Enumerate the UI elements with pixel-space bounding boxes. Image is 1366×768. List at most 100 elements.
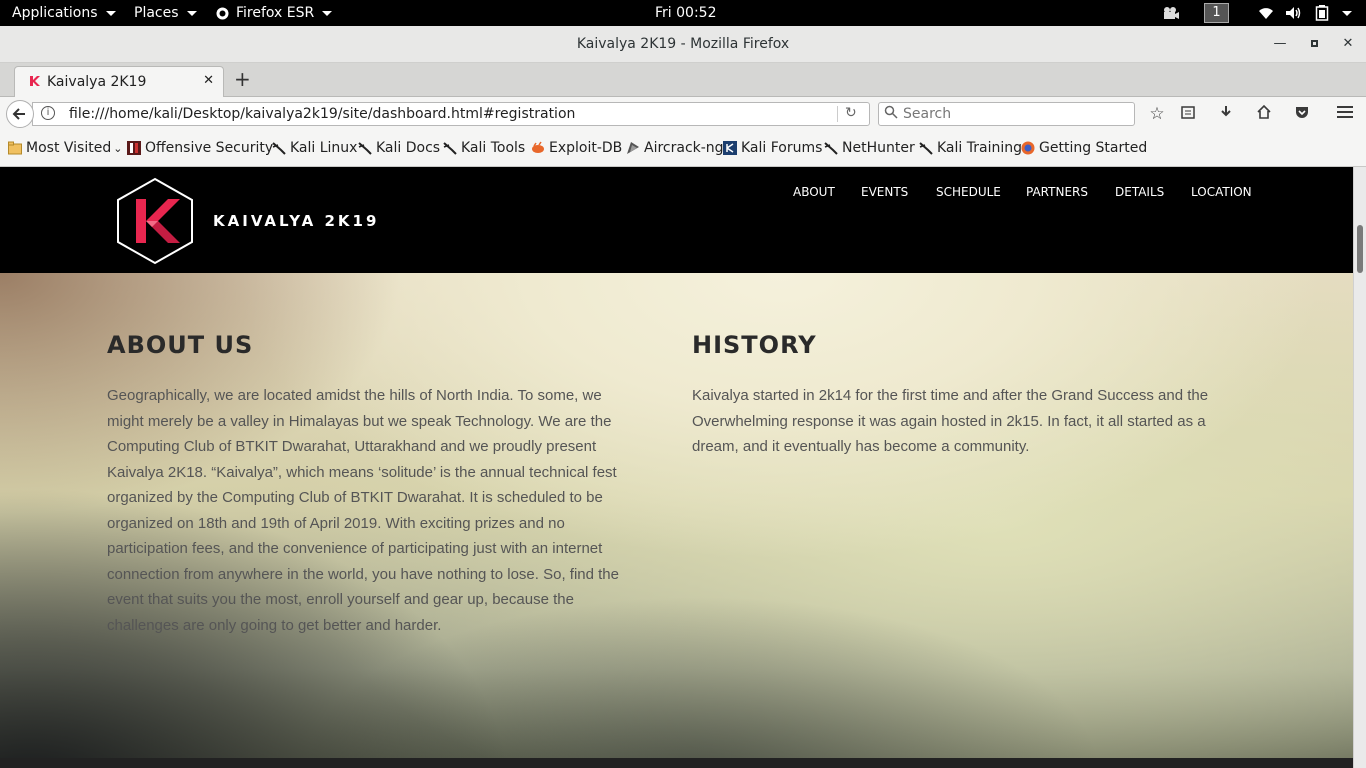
history-paragraph: Kaivalya started in 2k14 for the first t… bbox=[692, 383, 1252, 460]
search-input[interactable]: Search bbox=[878, 102, 1135, 126]
firefox-app-menu[interactable]: Firefox ESR bbox=[216, 0, 333, 26]
battery-icon[interactable] bbox=[1315, 0, 1329, 26]
bookmark-label: Kali Forums bbox=[741, 140, 823, 156]
workspace-indicator[interactable]: 1 bbox=[1204, 0, 1229, 26]
about-line: connection from anywhere in the world, y… bbox=[107, 565, 619, 583]
gnome-top-bar: Applications Places Firefox ESR Fri 00:5… bbox=[0, 0, 1366, 26]
chevron-down-icon bbox=[322, 10, 333, 16]
kali-dragon-icon bbox=[443, 142, 457, 155]
about-line: participation fees, and the convenience … bbox=[107, 540, 603, 557]
bookmark-exploit-db[interactable]: Exploit-DB bbox=[531, 140, 622, 156]
nav-schedule[interactable]: SCHEDULE bbox=[936, 185, 1001, 199]
firefox-app-label: Firefox ESR bbox=[236, 5, 315, 21]
bookmark-aircrack-ng[interactable]: Aircrack-ng bbox=[626, 140, 724, 156]
search-icon bbox=[884, 105, 898, 123]
tab-strip: Kaivalya 2K19 ✕ + bbox=[0, 63, 1366, 97]
about-line: organized by the Computing Club of BTKIT… bbox=[107, 489, 603, 506]
nav-partners[interactable]: PARTNERS bbox=[1026, 185, 1088, 199]
history-heading: HISTORY bbox=[692, 331, 817, 359]
hamburger-menu-icon[interactable] bbox=[1335, 104, 1355, 124]
navigation-toolbar: i file:///home/kali/Desktop/kaivalya2k19… bbox=[0, 97, 1366, 131]
volume-icon[interactable] bbox=[1285, 0, 1303, 26]
firefox-icon bbox=[1021, 141, 1035, 155]
about-heading: ABOUT US bbox=[107, 331, 254, 359]
next-section-edge bbox=[0, 758, 1353, 768]
bookmark-kali-docs[interactable]: Kali Docs bbox=[358, 140, 440, 156]
chevron-down-icon bbox=[1342, 10, 1352, 16]
chevron-down-icon bbox=[105, 10, 116, 16]
video-camera-icon[interactable] bbox=[1162, 0, 1180, 26]
nav-details[interactable]: DETAILS bbox=[1115, 185, 1164, 199]
tab-kaivalya[interactable]: Kaivalya 2K19 ✕ bbox=[14, 66, 224, 97]
reload-icon[interactable]: ↻ bbox=[845, 105, 857, 121]
history-line: dream, and it eventually has become a co… bbox=[692, 438, 1030, 455]
tab-label: Kaivalya 2K19 bbox=[47, 74, 147, 90]
about-line: organized on 18th and 19th of April 2019… bbox=[107, 514, 565, 532]
places-menu[interactable]: Places bbox=[134, 0, 197, 26]
bookmark-label: Getting Started bbox=[1039, 140, 1148, 156]
kaivalya-logo[interactable] bbox=[116, 177, 194, 265]
bookmarks-toolbar: Most Visited ⌄ Offensive Security Kali Li… bbox=[0, 131, 1366, 167]
kali-dragon-icon bbox=[358, 142, 372, 155]
bookmark-most-visited[interactable]: Most Visited ⌄ bbox=[8, 140, 122, 156]
system-menu-chevron[interactable] bbox=[1334, 0, 1352, 26]
chevron-down-icon bbox=[186, 10, 197, 16]
new-tab-icon[interactable]: + bbox=[234, 69, 251, 89]
about-line: might merely be a valley in Himalayas bu… bbox=[107, 412, 612, 430]
bookmark-label: Kali Docs bbox=[376, 140, 441, 156]
page-viewport: KAIVALYA 2K19 ABOUT EVENTS SCHEDULE PART… bbox=[0, 167, 1353, 768]
kali-dragon-icon bbox=[272, 142, 286, 155]
info-icon[interactable]: i bbox=[41, 106, 55, 120]
nav-about[interactable]: ABOUT bbox=[793, 185, 835, 199]
page-scrollbar[interactable] bbox=[1353, 167, 1366, 768]
url-bar[interactable]: i file:///home/kali/Desktop/kaivalya2k19… bbox=[32, 102, 870, 126]
history-line: Kaivalya started in 2k14 for the first t… bbox=[692, 387, 1209, 404]
bookmark-label: Most Visited bbox=[26, 140, 112, 156]
window-title-bar: Kaivalya 2K19 - Mozilla Firefox — ✕ bbox=[0, 26, 1366, 63]
bookmark-nethunter[interactable]: NetHunter bbox=[824, 140, 915, 156]
bookmark-label: Aircrack-ng bbox=[644, 140, 724, 156]
bookmark-kali-linux[interactable]: Kali Linux bbox=[272, 140, 357, 156]
places-label: Places bbox=[134, 5, 179, 21]
url-separator bbox=[837, 106, 838, 122]
applications-menu[interactable]: Applications bbox=[12, 0, 116, 26]
bookmark-kali-forums[interactable]: Kali Forums bbox=[723, 140, 822, 156]
about-section: ABOUT US Geographically, we are located … bbox=[0, 273, 1353, 768]
clock-label: Fri 00:52 bbox=[655, 5, 717, 21]
close-icon[interactable]: ✕ bbox=[1339, 35, 1357, 53]
about-line: Geographically, we are located amidst th… bbox=[107, 387, 602, 404]
kali-dragon-icon bbox=[919, 142, 933, 155]
about-line: challenges are only going to get better … bbox=[107, 616, 442, 634]
site-brand[interactable]: KAIVALYA 2K19 bbox=[213, 212, 379, 230]
history-line: Overwhelming response it was again hoste… bbox=[692, 412, 1206, 430]
wifi-icon[interactable] bbox=[1258, 0, 1274, 26]
offsec-icon bbox=[127, 141, 141, 155]
aircrack-icon bbox=[627, 142, 639, 154]
search-placeholder: Search bbox=[903, 106, 952, 122]
minimize-icon[interactable]: — bbox=[1271, 35, 1289, 53]
bookmark-star-icon[interactable]: ☆ bbox=[1147, 104, 1167, 124]
bookmark-kali-tools[interactable]: Kali Tools bbox=[443, 140, 525, 156]
window-title: Kaivalya 2K19 - Mozilla Firefox bbox=[576, 36, 790, 52]
url-text: file:///home/kali/Desktop/kaivalya2k19/s… bbox=[69, 106, 576, 122]
scrollbar-thumb[interactable] bbox=[1357, 225, 1363, 273]
back-button[interactable] bbox=[6, 100, 34, 128]
maximize-icon[interactable] bbox=[1305, 35, 1323, 53]
download-icon[interactable] bbox=[1216, 104, 1236, 124]
applications-label: Applications bbox=[12, 5, 98, 21]
clock[interactable]: Fri 00:52 bbox=[655, 0, 716, 26]
bookmark-getting-started[interactable]: Getting Started bbox=[1021, 140, 1147, 156]
nav-events[interactable]: EVENTS bbox=[861, 185, 908, 199]
kaivalya-favicon-icon bbox=[30, 76, 40, 86]
close-tab-icon[interactable]: ✕ bbox=[203, 73, 214, 88]
about-line: Computing Club of BTKIT Dwarahat, Uttara… bbox=[107, 438, 597, 455]
home-icon[interactable] bbox=[1254, 104, 1274, 124]
bookmark-kali-training[interactable]: Kali Training bbox=[919, 140, 1022, 156]
workspace-number: 1 bbox=[1204, 3, 1229, 23]
bookmark-offensive-security[interactable]: Offensive Security bbox=[127, 140, 273, 156]
nav-location[interactable]: LOCATION bbox=[1191, 185, 1252, 199]
bookmark-label: Kali Training bbox=[937, 140, 1022, 156]
pocket-icon[interactable] bbox=[1292, 104, 1312, 124]
kali-dragon-icon bbox=[824, 142, 838, 155]
reading-list-icon[interactable] bbox=[1178, 104, 1198, 124]
